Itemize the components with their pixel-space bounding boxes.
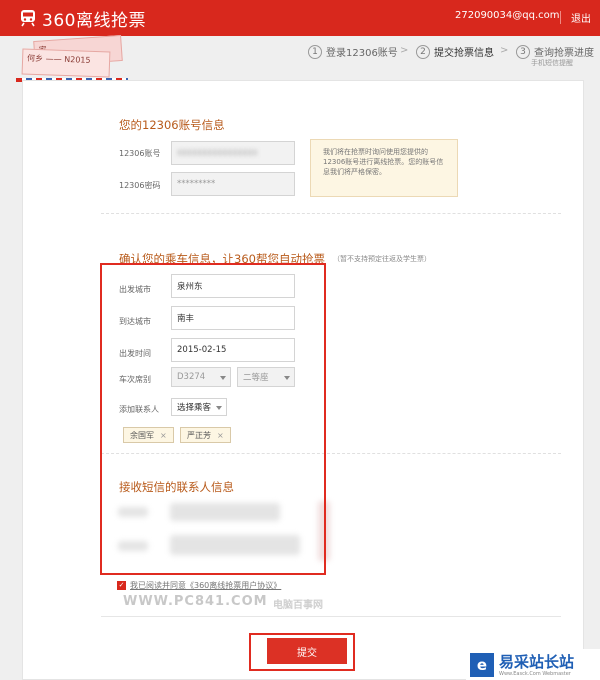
train-icon xyxy=(21,10,35,27)
footer-divider xyxy=(101,616,561,617)
step-login: 1 登录12306账号 xyxy=(308,44,398,59)
password-label: 12306密码 xyxy=(119,181,161,190)
password-field: ********* xyxy=(171,172,295,196)
username-value: xxxxxxxxxxxxxxxx xyxy=(177,148,258,158)
step-sub-label: 手机短信提醒 xyxy=(531,59,573,67)
username-field: xxxxxxxxxxxxxxxx xyxy=(171,141,295,165)
ticket-image: 何乡 —— N2015 xyxy=(21,48,111,78)
section-divider xyxy=(101,213,561,214)
step-label: 登录12306账号 xyxy=(326,48,398,59)
agreement-checkbox[interactable]: ✓ xyxy=(117,581,126,590)
passenger-note: （暂不支持预定往返及学生票） xyxy=(333,255,431,263)
top-bar: 360离线抢票 272090034@qq.com 退出 xyxy=(0,0,600,36)
watermark: WWW.PC841.COM xyxy=(123,594,268,609)
submit-button[interactable]: 提交 xyxy=(267,638,347,664)
username-label: 12306账号 xyxy=(119,149,161,158)
step-label: 查询抢票进度 xyxy=(534,48,594,59)
watermark-cn: 电脑百事网 xyxy=(273,600,323,611)
agreement-row[interactable]: ✓ 我已阅读并同意《360离线抢票用户协议》 xyxy=(117,580,281,591)
step-separator: > xyxy=(400,45,409,56)
account-section-title: 您的12306账号信息 xyxy=(119,118,225,132)
progress-steps: 1 登录12306账号 > 2 提交抢票信息 > 3 查询抢票进度 手机短信提醒 xyxy=(308,44,598,68)
step-number: 1 xyxy=(308,44,322,59)
step-label: 提交抢票信息 xyxy=(434,48,494,59)
agreement-text[interactable]: 我已阅读并同意《360离线抢票用户协议》 xyxy=(130,580,281,591)
step-submit: 2 提交抢票信息 xyxy=(416,44,494,59)
logo[interactable]: 360离线抢票 xyxy=(20,6,146,31)
step-separator: > xyxy=(500,45,509,56)
ticket-decoration: 家 何乡 —— N2015 xyxy=(16,34,128,82)
step-query: 3 查询抢票进度 xyxy=(516,44,594,59)
site-badge: e 易采站长站 Www.Easck.Com Webmaster xyxy=(466,649,600,680)
user-email[interactable]: 272090034@qq.com xyxy=(455,10,560,21)
main-panel: 您的12306账号信息 12306账号 xxxxxxxxxxxxxxxx 123… xyxy=(22,80,584,680)
app-title: 360离线抢票 xyxy=(42,10,146,31)
password-value: ********* xyxy=(177,179,216,189)
step-number: 2 xyxy=(416,44,430,59)
site-badge-text: 易采站长站 Www.Easck.Com Webmaster xyxy=(499,653,574,677)
site-name-en: Www.Easck.Com Webmaster xyxy=(499,670,571,677)
highlight-box xyxy=(100,263,326,575)
step-number: 3 xyxy=(516,44,530,59)
logout-link[interactable]: 退出 xyxy=(571,10,591,25)
site-logo-icon: e xyxy=(470,652,494,677)
account-hint: 我们将在抢票时询问使用您提供的12306账号进行离线抢票。您的账号信息我们将严格… xyxy=(310,139,458,197)
site-name: 易采站长站 xyxy=(499,652,575,671)
header-divider xyxy=(560,11,561,24)
